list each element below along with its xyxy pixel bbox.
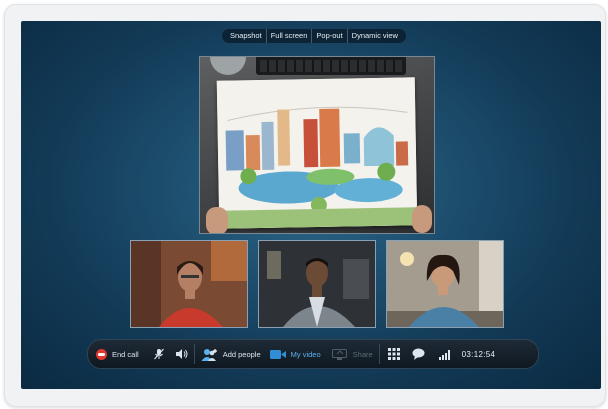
divider bbox=[378, 344, 380, 364]
participant-2-image bbox=[259, 241, 375, 327]
architectural-sketch-image bbox=[216, 77, 418, 229]
mute-button[interactable] bbox=[153, 348, 165, 360]
participant-video-1[interactable] bbox=[130, 240, 248, 328]
add-people-icon bbox=[201, 348, 217, 361]
dialpad-icon bbox=[387, 348, 400, 360]
video-call-stage: Snapshot Full screen Pop-out Dynamic vie… bbox=[21, 21, 601, 389]
participant-video-3[interactable] bbox=[386, 240, 504, 328]
chat-button[interactable] bbox=[412, 348, 425, 360]
add-people-button[interactable]: Add people bbox=[201, 348, 261, 361]
left-hand-image bbox=[206, 207, 228, 233]
call-timer: 03:12:54 bbox=[461, 349, 496, 359]
call-quality-icon bbox=[438, 350, 450, 360]
end-call-button[interactable]: End call bbox=[96, 348, 139, 360]
share-screen-icon bbox=[331, 348, 347, 360]
full-screen-button[interactable]: Full screen bbox=[267, 29, 313, 43]
keyboard-image bbox=[256, 57, 406, 75]
microphone-muted-icon bbox=[153, 348, 164, 360]
right-hand-image bbox=[412, 205, 432, 233]
app-frame: Snapshot Full screen Pop-out Dynamic vie… bbox=[0, 0, 608, 409]
share-button[interactable]: Share bbox=[331, 348, 373, 360]
view-controls-bar: Snapshot Full screen Pop-out Dynamic vie… bbox=[222, 29, 406, 43]
dialpad-button[interactable] bbox=[387, 348, 400, 360]
end-call-label: End call bbox=[112, 349, 139, 359]
dynamic-view-button[interactable]: Dynamic view bbox=[348, 29, 402, 43]
divider bbox=[193, 344, 195, 364]
sketch-drawing bbox=[216, 77, 418, 229]
snapshot-button[interactable]: Snapshot bbox=[226, 29, 267, 43]
my-video-label: My video bbox=[290, 349, 321, 359]
main-video-feed[interactable] bbox=[199, 56, 435, 234]
volume-button[interactable] bbox=[175, 348, 188, 360]
participant-1-image bbox=[131, 241, 247, 327]
participant-video-2[interactable] bbox=[258, 240, 376, 328]
share-label: Share bbox=[352, 349, 373, 359]
speaker-icon bbox=[175, 349, 188, 359]
add-people-label: Add people bbox=[222, 349, 261, 359]
my-video-button[interactable]: My video bbox=[269, 349, 321, 360]
phone-hangup-icon bbox=[96, 348, 107, 360]
pop-out-button[interactable]: Pop-out bbox=[312, 29, 348, 43]
video-camera-icon bbox=[269, 349, 286, 359]
chat-bubble-icon bbox=[412, 348, 425, 360]
call-quality-indicator[interactable] bbox=[438, 348, 452, 360]
call-control-bar: End call Add people My video Share 03:12… bbox=[87, 339, 539, 369]
participant-3-image bbox=[387, 241, 503, 327]
